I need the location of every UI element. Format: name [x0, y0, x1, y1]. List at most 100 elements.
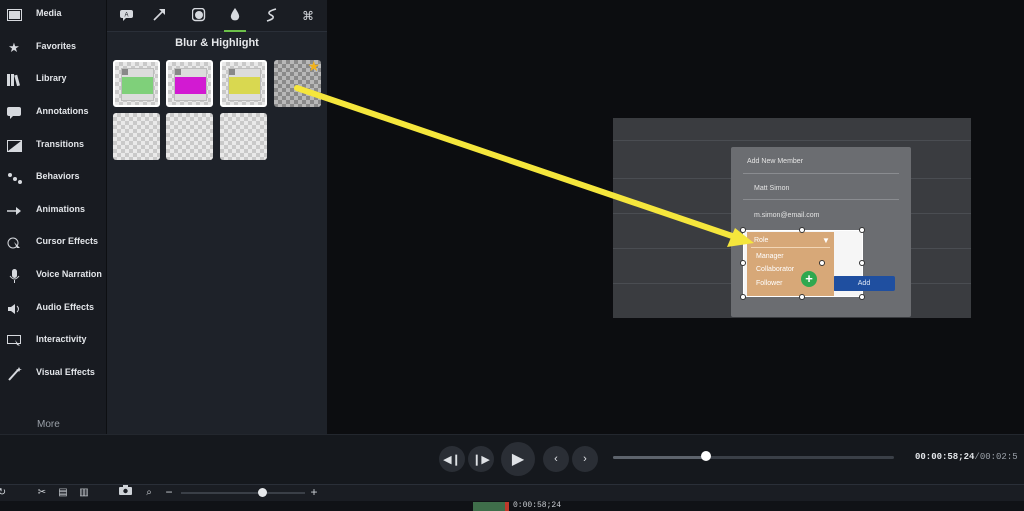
role-option-follower: Follower	[756, 280, 783, 287]
chevron-left-icon: ‹	[554, 453, 558, 465]
sidebar-item-label: Voice Narration	[36, 269, 102, 279]
callout-icon: A	[120, 9, 134, 24]
zoom-out-button[interactable]: −	[162, 485, 176, 500]
sidebar-item-media[interactable]: Media	[0, 2, 107, 28]
resize-handle[interactable]	[799, 294, 805, 300]
blur-thumbnail[interactable]: ★	[274, 60, 321, 107]
zoom-slider-track[interactable]	[181, 492, 305, 494]
add-button: Add	[833, 276, 895, 291]
annotations-panel: A ⌘ Blur & Highlight ★	[107, 0, 327, 434]
sidebar-item-animations[interactable]: Animations	[0, 198, 107, 224]
step-forward-icon: ❙▶	[472, 453, 490, 466]
resize-handle[interactable]	[859, 227, 865, 233]
copy-icon[interactable]: ▤	[56, 485, 70, 500]
rotate-handle[interactable]	[819, 260, 825, 266]
sidebar-item-behaviors[interactable]: Behaviors	[0, 165, 107, 191]
role-option-collaborator: Collaborator	[756, 266, 795, 273]
cursor-effects-icon	[6, 235, 22, 251]
role-option-manager: Manager	[756, 253, 784, 260]
tab-arrows[interactable]	[146, 4, 172, 28]
play-button[interactable]: ▶	[501, 442, 535, 476]
panel-title: Blur & Highlight	[175, 37, 259, 49]
scrub-track[interactable]	[613, 456, 894, 459]
sidebar-item-transitions[interactable]: Transitions	[0, 133, 107, 159]
more-link[interactable]: More	[37, 419, 60, 430]
zoom-search-icon[interactable]: ⌕	[142, 485, 156, 500]
previous-marker-button[interactable]: ‹	[543, 446, 569, 472]
playhead[interactable]	[473, 502, 509, 511]
sidebar-item-label: Favorites	[36, 41, 77, 51]
sidebar-item-label: Audio Effects	[36, 302, 95, 312]
tab-shapes[interactable]	[186, 4, 212, 28]
sidebar-item-voice-narration[interactable]: Voice Narration	[0, 263, 107, 289]
resize-handle[interactable]	[799, 227, 805, 233]
playhead-time: 0:00:58;24	[513, 501, 562, 510]
resize-handle[interactable]	[740, 260, 746, 266]
step-forward-button[interactable]: ❙▶	[468, 446, 494, 472]
resize-handle[interactable]	[859, 294, 865, 300]
highlight-yellow-thumbnail[interactable]	[220, 60, 267, 107]
next-marker-button[interactable]: ›	[572, 446, 598, 472]
name-field: Matt Simon	[754, 185, 790, 192]
film-strip-icon	[6, 7, 22, 23]
highlight-magenta-thumbnail[interactable]	[166, 60, 213, 107]
sidebar-item-label: Transitions	[36, 139, 85, 149]
shape-icon	[191, 7, 206, 25]
speaker-icon	[6, 301, 22, 317]
sidebar-item-label: Interactivity	[36, 334, 87, 344]
blank-effect-thumbnail-3[interactable]	[220, 113, 267, 160]
role-label: Role	[754, 237, 769, 244]
zoom-slider-handle[interactable]	[258, 488, 267, 497]
resize-handle[interactable]	[740, 294, 746, 300]
email-field: m.simon@email.com	[754, 212, 820, 219]
sidebar-item-audio-effects[interactable]: Audio Effects	[0, 296, 107, 322]
scrub-progress	[613, 456, 706, 459]
sidebar-item-label: Behaviors	[36, 171, 80, 181]
sidebar-item-label: Visual Effects	[36, 367, 95, 377]
cut-icon[interactable]: ✂	[35, 485, 49, 500]
snapshot-camera-icon[interactable]	[118, 485, 132, 500]
paste-icon[interactable]: ▥	[77, 485, 91, 500]
annotation-tab-bar: A ⌘	[107, 0, 327, 32]
tools-sidebar: Media ★ Favorites Library Annotations Tr…	[0, 0, 107, 434]
tab-blur-highlight[interactable]	[222, 4, 248, 32]
zoom-in-button[interactable]: +	[307, 485, 321, 500]
tab-callouts[interactable]: A	[114, 4, 140, 28]
blank-effect-thumbnail-1[interactable]	[113, 113, 160, 160]
scrub-handle[interactable]	[700, 451, 711, 461]
resize-handle[interactable]	[859, 260, 865, 266]
step-back-icon: ◀❙	[443, 453, 461, 466]
redo-icon[interactable]: ↻	[0, 485, 9, 500]
arrow-icon	[152, 8, 166, 24]
sidebar-item-label: Cursor Effects	[36, 236, 99, 246]
speech-bubble-icon	[6, 105, 22, 121]
blank-effect-thumbnail-2[interactable]	[166, 113, 213, 160]
magic-wand-icon	[6, 366, 22, 382]
sidebar-item-annotations[interactable]: Annotations	[0, 100, 107, 126]
sketch-icon	[265, 7, 278, 25]
resize-handle[interactable]	[740, 227, 746, 233]
sidebar-item-library[interactable]: Library	[0, 67, 107, 93]
animation-arrow-icon	[6, 203, 22, 219]
sidebar-item-label: Media	[36, 8, 62, 18]
timecode-display: 00:00:58;24/00:02:5	[915, 452, 1018, 462]
timeline-ruler[interactable]	[0, 501, 1024, 511]
chevron-right-icon: ›	[583, 453, 587, 465]
blur-drop-icon	[230, 7, 240, 25]
svg-text:A: A	[124, 12, 128, 18]
star-icon: ★	[8, 40, 20, 55]
favorite-star-icon: ★	[307, 60, 320, 74]
step-back-button[interactable]: ◀❙	[439, 446, 465, 472]
transition-icon	[6, 138, 22, 154]
keystroke-icon: ⌘	[302, 9, 314, 23]
microphone-icon	[6, 268, 22, 284]
chevron-down-icon: ▼	[822, 236, 830, 245]
tab-keystroke[interactable]: ⌘	[295, 4, 321, 28]
sidebar-item-cursor-effects[interactable]: Cursor Effects	[0, 230, 107, 256]
tab-sketch-motion[interactable]	[258, 4, 284, 28]
sidebar-item-visual-effects[interactable]: Visual Effects	[0, 361, 107, 387]
sidebar-item-interactivity[interactable]: Interactivity	[0, 328, 107, 354]
sidebar-item-favorites[interactable]: ★ Favorites	[0, 35, 107, 61]
highlight-green-thumbnail[interactable]	[113, 60, 160, 107]
play-icon: ▶	[511, 451, 525, 468]
